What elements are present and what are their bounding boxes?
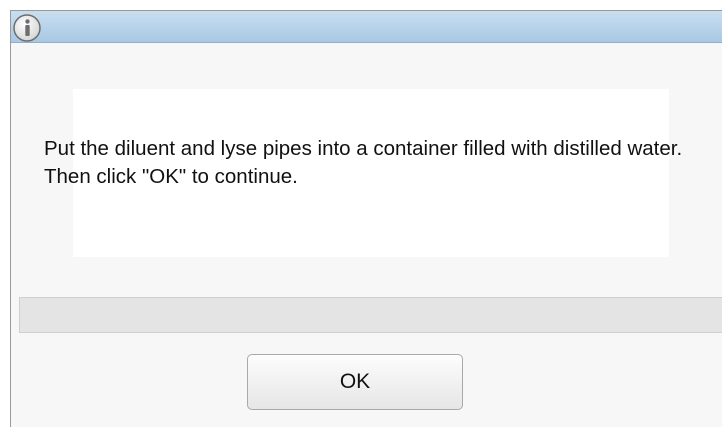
ok-button[interactable]: OK bbox=[247, 354, 463, 410]
dialog-message: Put the diluent and lyse pipes into a co… bbox=[44, 137, 683, 188]
info-icon bbox=[12, 13, 42, 43]
progress-bar bbox=[19, 297, 722, 333]
dialog-titlebar[interactable] bbox=[11, 11, 722, 43]
dialog-window: OK bbox=[10, 10, 722, 427]
